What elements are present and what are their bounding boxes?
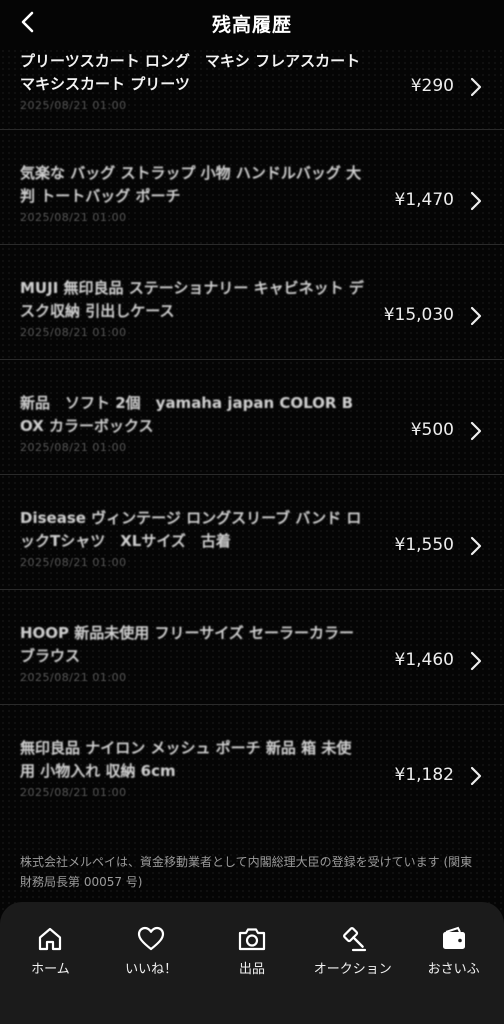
- nav-likes[interactable]: いいね！: [103, 924, 199, 977]
- transaction-row[interactable]: プリーツスカート ロング マキシ フレアスカート マキシスカート プリーツ 20…: [0, 46, 504, 130]
- transaction-title: MUJI 無印良品 ステーショナリー キャビネット デスク収納 引出しケース: [20, 279, 364, 320]
- heart-icon: [135, 924, 167, 954]
- transaction-row[interactable]: Disease ヴィンテージ ロングスリーブ バンド ロックTシャツ XLサイズ…: [0, 475, 504, 590]
- nav-auction[interactable]: オークション: [305, 924, 401, 977]
- nav-home-label: ホーム: [31, 962, 70, 977]
- nav-sell[interactable]: 出品: [204, 924, 300, 977]
- chevron-right-icon: [470, 77, 482, 97]
- transaction-date: 2025/08/21 01:00: [20, 211, 127, 224]
- gavel-icon: [337, 924, 369, 954]
- nav-auction-label: オークション: [313, 962, 392, 977]
- chevron-right-icon: [470, 651, 482, 671]
- transaction-date: 2025/08/21 01:00: [20, 99, 127, 112]
- wallet-icon: [438, 924, 470, 954]
- nav-likes-label: いいね！: [125, 962, 178, 977]
- transaction-amount: ¥1,550: [394, 535, 454, 555]
- page-title: 残高履歴: [211, 13, 292, 36]
- transaction-title: Disease ヴィンテージ ロングスリーブ バンド ロックTシャツ XLサイズ…: [20, 509, 362, 550]
- transaction-row[interactable]: 無印良品 ナイロン メッシュ ポーチ 新品 箱 未使用 小物入れ 収納 6cm …: [0, 705, 504, 820]
- chevron-left-icon: [21, 11, 34, 33]
- nav-sell-label: 出品: [238, 962, 265, 977]
- transaction-amount: ¥1,470: [394, 190, 454, 210]
- transaction-amount: ¥1,460: [394, 650, 454, 670]
- transaction-date: 2025/08/21 01:00: [20, 786, 127, 799]
- nav-home[interactable]: ホーム: [2, 924, 98, 977]
- back-button[interactable]: [14, 7, 42, 37]
- transaction-title: 無印良品 ナイロン メッシュ ポーチ 新品 箱 未使用 小物入れ 収納 6cm: [20, 739, 352, 780]
- transaction-row[interactable]: MUJI 無印良品 ステーショナリー キャビネット デスク収納 引出しケース 2…: [0, 245, 504, 360]
- transaction-list: プリーツスカート ロング マキシ フレアスカート マキシスカート プリーツ 20…: [0, 46, 504, 820]
- transaction-text: 新品 ソフト 2個 yamaha japan COLOR BOX カラーボックス…: [20, 392, 365, 454]
- transaction-amount: ¥500: [410, 420, 454, 440]
- nav-wallet[interactable]: おさいふ: [406, 924, 502, 977]
- chevron-right-icon: [470, 306, 482, 326]
- chevron-right-icon: [470, 191, 482, 211]
- nav-wallet-label: おさいふ: [427, 962, 480, 977]
- transaction-amount: ¥290: [410, 76, 454, 96]
- transaction-title: HOOP 新品未使用 フリーサイズ セーラーカラー ブラウス: [20, 624, 354, 665]
- transaction-text: プリーツスカート ロング マキシ フレアスカート マキシスカート プリーツ 20…: [20, 50, 365, 112]
- transaction-row[interactable]: 新品 ソフト 2個 yamaha japan COLOR BOX カラーボックス…: [0, 360, 504, 475]
- chevron-right-icon: [470, 536, 482, 556]
- transaction-text: 気楽な バッグ ストラップ 小物 ハンドルバッグ 大判 トートバッグ ポーチ 2…: [20, 162, 365, 224]
- chevron-right-icon: [470, 766, 482, 786]
- app-header: 残高履歴: [0, 0, 504, 46]
- transaction-row[interactable]: HOOP 新品未使用 フリーサイズ セーラーカラー ブラウス 2025/08/2…: [0, 590, 504, 705]
- transaction-date: 2025/08/21 01:00: [20, 556, 127, 569]
- camera-icon: [236, 924, 268, 954]
- transaction-date: 2025/08/21 01:00: [20, 326, 127, 339]
- transaction-date: 2025/08/21 01:00: [20, 441, 127, 454]
- transaction-date: 2025/08/21 01:00: [20, 671, 127, 684]
- transaction-row[interactable]: 気楽な バッグ ストラップ 小物 ハンドルバッグ 大判 トートバッグ ポーチ 2…: [0, 130, 504, 245]
- chevron-right-icon: [470, 421, 482, 441]
- transaction-title: 気楽な バッグ ストラップ 小物 ハンドルバッグ 大判 トートバッグ ポーチ: [20, 164, 362, 205]
- home-icon: [34, 924, 66, 954]
- balance-history-screen: 残高履歴 プリーツスカート ロング マキシ フレアスカート マキシスカート プリ…: [0, 0, 504, 1024]
- transaction-title: 新品 ソフト 2個 yamaha japan COLOR BOX カラーボックス: [20, 394, 354, 435]
- transaction-text: 無印良品 ナイロン メッシュ ポーチ 新品 箱 未使用 小物入れ 収納 6cm …: [20, 737, 365, 799]
- transaction-amount: ¥1,182: [394, 765, 454, 785]
- bottom-navigation: ホーム いいね！ 出品 オークション おさいふ: [0, 902, 504, 1024]
- registration-footnote: 株式会社メルペイは、資金移動業者として内閣総理大臣の登録を受けています (関東財…: [20, 855, 473, 889]
- transaction-amount: ¥15,030: [383, 305, 454, 325]
- transaction-text: Disease ヴィンテージ ロングスリーブ バンド ロックTシャツ XLサイズ…: [20, 507, 365, 569]
- transaction-text: MUJI 無印良品 ステーショナリー キャビネット デスク収納 引出しケース 2…: [20, 277, 365, 339]
- transaction-title: プリーツスカート ロング マキシ フレアスカート マキシスカート プリーツ: [20, 52, 361, 93]
- transaction-text: HOOP 新品未使用 フリーサイズ セーラーカラー ブラウス 2025/08/2…: [20, 622, 365, 684]
